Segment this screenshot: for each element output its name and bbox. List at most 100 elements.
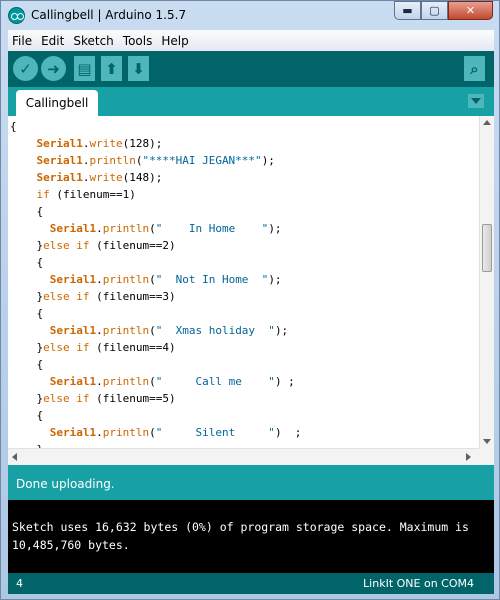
menu-edit[interactable]: Edit	[37, 34, 69, 48]
code-token: if	[36, 188, 50, 201]
vertical-scrollbar[interactable]	[479, 116, 494, 448]
menu-bar: File Edit Sketch Tools Help	[8, 30, 494, 51]
horizontal-scrollbar[interactable]	[8, 448, 479, 465]
minimize-button[interactable]: ▬	[394, 1, 421, 20]
code-token: Serial1	[49, 324, 97, 337]
code-line[interactable]: {	[10, 118, 478, 135]
new-file-icon: ▤	[77, 59, 92, 78]
code-token: {	[10, 358, 44, 371]
code-token: }	[10, 239, 44, 252]
code-line[interactable]: }else if (filenum==4)	[10, 339, 478, 356]
code-token: "****HAI JEGAN***"	[142, 154, 262, 167]
code-line[interactable]: Serial1.write(148);	[10, 169, 478, 186]
code-line[interactable]: Serial1.println(" Silent ") ;	[10, 424, 478, 441]
code-line[interactable]: {	[10, 203, 478, 220]
code-token: .	[96, 273, 103, 286]
checkmark-icon: ✓	[19, 59, 32, 78]
code-token: else if	[43, 290, 90, 303]
code-token: {	[10, 120, 17, 133]
upload-button[interactable]: ➜	[41, 56, 66, 81]
code-text-area[interactable]: { Serial1.write(128); Serial1.println("*…	[10, 118, 478, 448]
maximize-button[interactable]: ▢	[421, 1, 448, 20]
code-line[interactable]: Serial1.println(" Not In Home ");	[10, 271, 478, 288]
arrow-up-icon: ⬆	[105, 59, 118, 78]
scroll-down-icon[interactable]	[483, 439, 491, 444]
code-line[interactable]: {	[10, 305, 478, 322]
code-token: ) ;	[274, 375, 295, 388]
code-token: println	[89, 154, 136, 167]
code-token: }	[10, 341, 44, 354]
new-button[interactable]: ▤	[74, 56, 95, 81]
window-controls: ▬ ▢ ✕	[394, 1, 493, 21]
code-token: println	[102, 222, 150, 235]
code-token: (filenum==5)	[89, 392, 176, 405]
scroll-up-icon[interactable]	[483, 120, 491, 125]
open-button[interactable]: ⬆	[101, 56, 122, 81]
status-message: Done uploading.	[16, 477, 115, 491]
code-token: );	[274, 324, 289, 337]
vertical-scroll-thumb[interactable]	[482, 224, 492, 272]
code-token: else if	[43, 341, 90, 354]
code-token: );	[268, 273, 282, 286]
arrow-right-icon: ➜	[47, 59, 60, 78]
code-editor[interactable]: { Serial1.write(128); Serial1.println("*…	[8, 116, 494, 465]
code-token: {	[10, 307, 44, 320]
arrow-down-icon: ⬇	[132, 59, 145, 78]
title-bar[interactable]: Callingbell | Arduino 1.5.7 ▬ ▢ ✕	[1, 1, 499, 30]
arduino-logo-icon	[8, 7, 25, 24]
console-output: Sketch uses 16,632 bytes (0%) of program…	[8, 500, 494, 573]
scroll-right-icon[interactable]	[466, 453, 471, 461]
code-token: " Xmas holiday "	[155, 324, 275, 337]
code-line[interactable]: Serial1.write(128);	[10, 135, 478, 152]
code-token: " In Home "	[155, 222, 269, 235]
code-token: {	[10, 205, 44, 218]
code-token: Serial1	[36, 154, 83, 167]
menu-tools[interactable]: Tools	[119, 34, 158, 48]
code-line[interactable]: Serial1.println(" Call me ") ;	[10, 373, 478, 390]
code-token: (filenum==3)	[89, 290, 176, 303]
board-port-label: LinkIt ONE on COM4	[363, 577, 474, 590]
code-token: .	[96, 222, 103, 235]
window-title: Callingbell | Arduino 1.5.7	[31, 8, 187, 22]
menu-help[interactable]: Help	[157, 34, 193, 48]
code-token: );	[261, 154, 275, 167]
tab-menu-button[interactable]	[468, 94, 484, 108]
code-token: else if	[43, 239, 90, 252]
code-line[interactable]: }else if (filenum==5)	[10, 390, 478, 407]
code-line[interactable]: Serial1.println(" In Home ");	[10, 220, 478, 237]
code-token: (	[149, 375, 156, 388]
code-line[interactable]: }	[10, 441, 478, 448]
code-token: .	[96, 375, 103, 388]
code-token: Serial1	[36, 137, 83, 150]
code-token: " Silent "	[155, 426, 275, 439]
code-line[interactable]: {	[10, 254, 478, 271]
verify-button[interactable]: ✓	[13, 56, 38, 81]
status-bar: Done uploading.	[8, 465, 494, 500]
scroll-left-icon[interactable]	[12, 453, 17, 461]
code-line[interactable]: }else if (filenum==2)	[10, 237, 478, 254]
code-token: (	[149, 222, 156, 235]
code-token: Serial1	[36, 171, 83, 184]
code-line[interactable]: {	[10, 356, 478, 373]
save-button[interactable]: ⬇	[128, 56, 149, 81]
code-line[interactable]: {	[10, 407, 478, 424]
code-line[interactable]: Serial1.println(" Xmas holiday ");	[10, 322, 478, 339]
toolbar: ✓ ➜ ▤ ⬆ ⬇ ⌕	[8, 51, 494, 87]
code-token: {	[10, 409, 44, 422]
code-line[interactable]: Serial1.println("****HAI JEGAN***");	[10, 152, 478, 169]
serial-monitor-button[interactable]: ⌕	[464, 56, 485, 81]
menu-file[interactable]: File	[8, 34, 37, 48]
menu-sketch[interactable]: Sketch	[69, 34, 118, 48]
tab-callingbell[interactable]: Callingbell	[16, 90, 98, 116]
code-line[interactable]: }else if (filenum==3)	[10, 288, 478, 305]
code-token: else if	[43, 392, 90, 405]
code-line[interactable]: if (filenum==1)	[10, 186, 478, 203]
close-button[interactable]: ✕	[448, 1, 493, 20]
